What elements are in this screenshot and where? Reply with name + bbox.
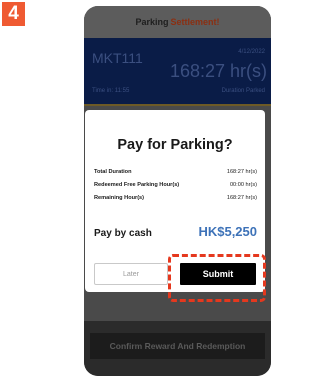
pay-method-label: Pay by cash <box>94 228 152 239</box>
confirm-reward-button[interactable]: Confirm Reward And Redemption <box>90 333 265 359</box>
row-value: 00:00 hr(s) <box>229 182 257 188</box>
duration-parked-label: Duration Parked <box>221 88 265 94</box>
redeemed-hours-row: Redeemed Free Parking Hour(s) 00:00 hr(s… <box>94 182 257 188</box>
header-title: Parking <box>135 17 169 27</box>
row-label: Redeemed Free Parking Hour(s) <box>94 182 180 188</box>
parked-duration: 168:27 hr(s) <box>169 61 267 81</box>
app-header: Parking Settlement! <box>84 6 271 38</box>
row-label: Total Duration <box>94 169 132 175</box>
ticket-date: 4/12/2022 <box>238 49 265 55</box>
row-value: 168:27 hr(s) <box>226 169 257 175</box>
later-button[interactable]: Later <box>94 263 168 285</box>
payment-row: Pay by cash HK$5,250 <box>94 224 257 239</box>
footer-bar: Confirm Reward And Redemption <box>84 321 271 376</box>
divider <box>84 104 271 106</box>
row-value: 168:27 hr(s) <box>226 195 257 201</box>
submit-button[interactable]: Submit <box>180 263 256 285</box>
parking-ticket-card: MKT111 4/12/2022 168:27 hr(s) Time in: 1… <box>84 38 271 104</box>
license-plate: MKT111 <box>92 50 143 66</box>
total-duration-row: Total Duration 168:27 hr(s) <box>94 169 257 175</box>
pay-amount: HK$5,250 <box>198 224 257 239</box>
dialog-title: Pay for Parking? <box>117 137 233 153</box>
step-number-badge: 4 <box>2 2 25 26</box>
header-title-accent: Settlement! <box>170 17 220 27</box>
pay-for-parking-dialog: Pay for Parking? Total Duration 168:27 h… <box>85 110 265 292</box>
row-label: Remaining Hour(s) <box>94 195 145 201</box>
remaining-hours-row: Remaining Hour(s) 168:27 hr(s) <box>94 195 257 201</box>
time-in: Time in: 11:55 <box>92 88 130 94</box>
